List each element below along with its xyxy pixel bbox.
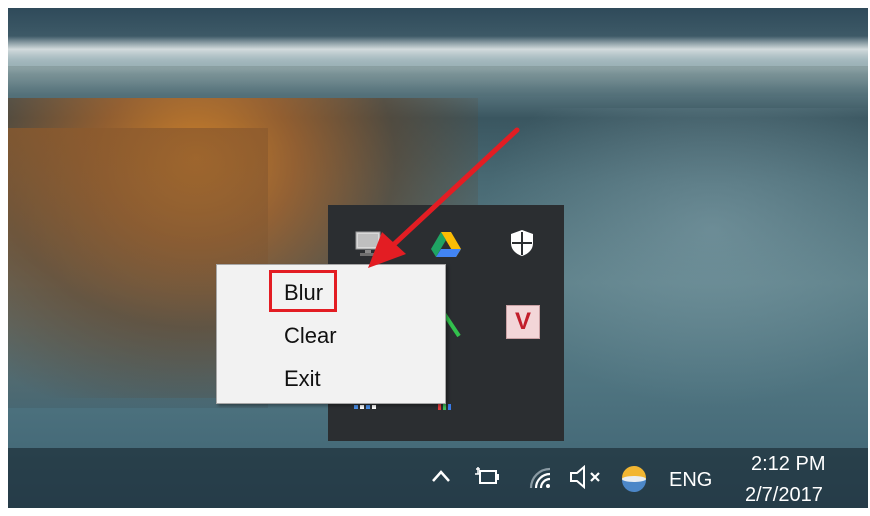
menu-item-exit[interactable]: Exit xyxy=(284,366,321,392)
wallpaper-foam xyxy=(8,66,868,96)
clock-date[interactable]: 2/7/2017 xyxy=(745,484,823,507)
volume-muted-icon[interactable] xyxy=(568,465,608,489)
wifi-icon[interactable] xyxy=(528,466,554,490)
dots-icon[interactable] xyxy=(352,403,382,413)
highlight-box xyxy=(269,270,337,312)
weather-icon[interactable] xyxy=(620,464,648,492)
power-icon[interactable] xyxy=(474,466,500,488)
chevron-up-icon xyxy=(432,470,450,482)
clock-time[interactable]: 2:12 PM xyxy=(751,453,825,476)
show-hidden-icons-chevron[interactable] xyxy=(430,464,452,490)
v-app-icon[interactable]: V xyxy=(506,305,540,339)
menu-item-clear[interactable]: Clear xyxy=(284,323,337,349)
language-indicator[interactable]: ENG xyxy=(669,469,712,492)
annotation-arrow xyxy=(368,127,520,268)
